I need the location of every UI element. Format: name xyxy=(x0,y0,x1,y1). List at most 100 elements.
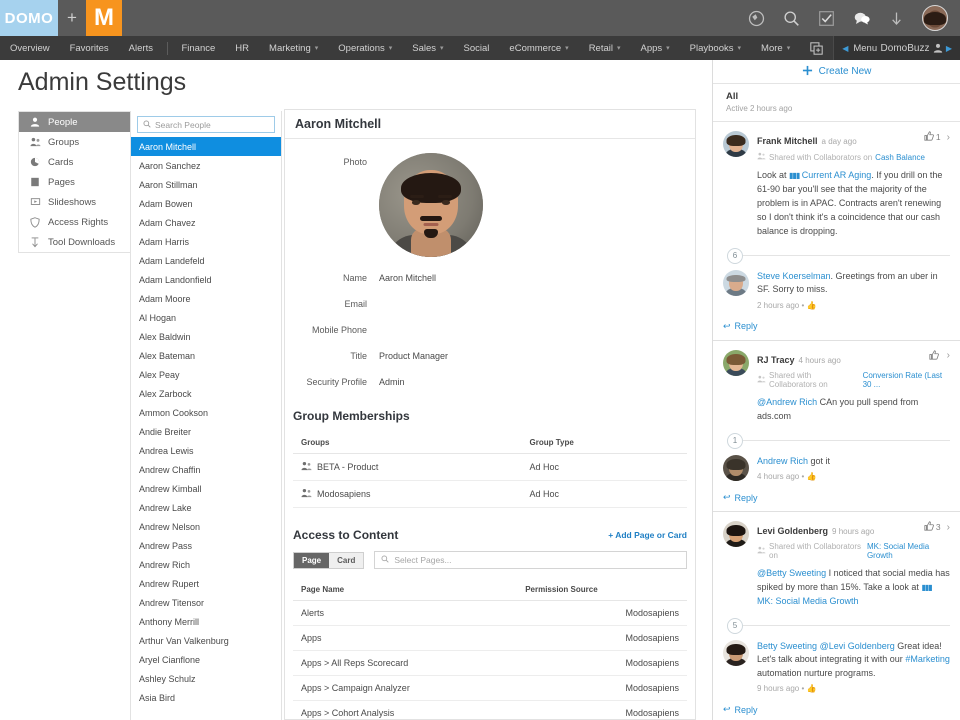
table-row[interactable]: Apps > All Reps Scorecard Modosapiens xyxy=(293,650,687,676)
reply-hashtag[interactable]: #Marketing xyxy=(905,654,950,664)
add-page-or-card-link[interactable]: + Add Page or Card xyxy=(608,530,687,540)
list-item[interactable]: Andrew Pass xyxy=(131,536,281,555)
create-new-button[interactable]: Create New xyxy=(713,60,960,84)
list-item[interactable]: Andrew Chaffin xyxy=(131,460,281,479)
thumbs-up-icon[interactable]: 👍 xyxy=(807,684,817,693)
nav-item-alerts[interactable]: Alerts xyxy=(119,36,163,60)
list-item[interactable]: Aaron Sanchez xyxy=(131,156,281,175)
post-author[interactable]: Frank Mitchell xyxy=(757,136,818,146)
like-count[interactable]: 3 xyxy=(924,521,941,533)
list-item[interactable]: Al Hogan xyxy=(131,308,281,327)
reply-author[interactable]: Steve Koerselman xyxy=(757,271,831,281)
like-count[interactable] xyxy=(929,350,941,362)
list-item[interactable]: Adam Harris xyxy=(131,232,281,251)
list-item[interactable]: Andrew Rich xyxy=(131,555,281,574)
search-icon[interactable] xyxy=(782,9,801,28)
list-item[interactable]: Andrew Rupert xyxy=(131,574,281,593)
list-item[interactable]: Andrew Kimball xyxy=(131,479,281,498)
table-row[interactable]: Apps > Cohort Analysis Modosapiens xyxy=(293,700,687,719)
list-item[interactable]: Aaron Mitchell xyxy=(131,137,281,156)
nav-item-apps[interactable]: Apps ▾ xyxy=(631,36,680,60)
like-count[interactable]: 1 xyxy=(924,131,941,143)
nav-item-ecommerce[interactable]: eCommerce ▾ xyxy=(499,36,578,60)
company-logo-m[interactable]: M xyxy=(86,0,122,36)
chevron-right-icon[interactable]: › xyxy=(947,522,950,533)
list-item[interactable]: Aaron Stillman xyxy=(131,175,281,194)
domo-logo[interactable]: DOMO xyxy=(0,0,58,36)
sidebar-item-access-rights[interactable]: Access Rights xyxy=(19,212,130,232)
list-item[interactable]: Andrew Titensor xyxy=(131,593,281,612)
list-item[interactable]: Andie Breiter xyxy=(131,422,281,441)
reply-button[interactable]: ↩ Reply xyxy=(723,321,950,332)
post-author[interactable]: RJ Tracy xyxy=(757,355,795,365)
reply-button[interactable]: ↩ Reply xyxy=(723,704,950,715)
list-item[interactable]: Adam Landonfield xyxy=(131,270,281,289)
buzz-user-button[interactable]: ▶ xyxy=(933,43,960,53)
share-target-link[interactable]: MK: Social Media Growth xyxy=(867,542,950,560)
sidebar-item-people[interactable]: People xyxy=(19,112,130,132)
buzz-post[interactable]: 1 › Frank Mitchell a day ago Shared with … xyxy=(713,122,960,341)
list-item[interactable]: Andrew Lake xyxy=(131,498,281,517)
nav-item-finance[interactable]: Finance xyxy=(171,36,225,60)
sidebar-item-tool-downloads[interactable]: Tool Downloads xyxy=(19,232,130,252)
nav-item-hr[interactable]: HR xyxy=(225,36,259,60)
buzz-chat-icon[interactable] xyxy=(852,9,871,28)
search-people-input[interactable]: Search People xyxy=(137,116,275,133)
table-row[interactable]: Alerts Modosapiens xyxy=(293,600,687,626)
nav-item-favorites[interactable]: Favorites xyxy=(60,36,119,60)
list-item[interactable]: Adam Landefeld xyxy=(131,251,281,270)
table-row[interactable]: Apps Modosapiens xyxy=(293,625,687,651)
thumbs-up-icon[interactable]: 👍 xyxy=(807,301,817,310)
list-item[interactable]: Alex Peay xyxy=(131,365,281,384)
nav-item-operations[interactable]: Operations ▾ xyxy=(328,36,402,60)
sidebar-item-cards[interactable]: Cards xyxy=(19,152,130,172)
nav-item-marketing[interactable]: Marketing ▾ xyxy=(259,36,328,60)
post-body-link[interactable]: Current AR Aging xyxy=(802,170,872,180)
list-item[interactable]: Asia Bird xyxy=(131,688,281,707)
nav-item-overview[interactable]: Overview xyxy=(0,36,60,60)
tasks-checkbox-icon[interactable] xyxy=(817,9,836,28)
list-item[interactable]: Alex Zarbock xyxy=(131,384,281,403)
reply-mention[interactable]: @Levi Goldenberg xyxy=(820,641,895,651)
post-mention[interactable]: @Andrew Rich xyxy=(757,397,817,407)
download-arrow-icon[interactable] xyxy=(887,9,906,28)
share-target-link[interactable]: Cash Balance xyxy=(875,153,925,162)
list-item[interactable]: Anthony Merrill xyxy=(131,612,281,631)
page-card-toggle[interactable]: Page Card xyxy=(293,551,365,569)
globe-icon[interactable] xyxy=(747,9,766,28)
sidebar-item-groups[interactable]: Groups xyxy=(19,132,130,152)
buzz-post[interactable]: › RJ Tracy 4 hours ago Shared with Collab… xyxy=(713,340,960,513)
post-author[interactable]: Levi Goldenberg xyxy=(757,526,828,536)
list-item[interactable]: Ammon Cookson xyxy=(131,403,281,422)
reply-author[interactable]: Andrew Rich xyxy=(757,456,808,466)
list-item[interactable]: Alex Baldwin xyxy=(131,327,281,346)
table-row[interactable]: BETA - Product Ad Hoc xyxy=(293,453,687,481)
list-item[interactable]: Andrea Lewis xyxy=(131,441,281,460)
reply-button[interactable]: ↩ Reply xyxy=(723,492,950,503)
table-row[interactable]: Apps > Campaign Analyzer Modosapiens xyxy=(293,675,687,701)
buzz-filter-all[interactable]: All Active 2 hours ago xyxy=(713,84,960,122)
select-pages-input[interactable]: Select Pages... xyxy=(374,551,687,569)
sidebar-item-pages[interactable]: Pages xyxy=(19,172,130,192)
table-row[interactable]: Modosapiens Ad Hoc xyxy=(293,480,687,508)
nav-item-more[interactable]: More ▾ xyxy=(751,36,800,60)
list-item[interactable]: Arthur Van Valkenburg xyxy=(131,631,281,650)
nav-item-retail[interactable]: Retail ▾ xyxy=(579,36,631,60)
chevron-right-icon[interactable]: › xyxy=(947,350,950,361)
buzz-post[interactable]: 3 › Levi Goldenberg 9 hours ago Shared wi… xyxy=(713,512,960,720)
post-body-link[interactable]: MK: Social Media Growth xyxy=(757,596,859,606)
reply-author[interactable]: Betty Sweeting xyxy=(757,641,817,651)
post-mention[interactable]: @Betty Sweeting xyxy=(757,568,826,578)
list-item[interactable]: Adam Chavez xyxy=(131,213,281,232)
share-target-link[interactable]: Conversion Rate (Last 30 ... xyxy=(863,371,950,389)
thumbs-up-icon[interactable]: 👍 xyxy=(807,472,817,481)
toggle-card-option[interactable]: Card xyxy=(329,552,364,568)
toggle-page-option[interactable]: Page xyxy=(294,552,330,568)
list-item[interactable]: Andrew Nelson xyxy=(131,517,281,536)
nav-item-social[interactable]: Social xyxy=(454,36,500,60)
chevron-right-icon[interactable]: › xyxy=(947,132,950,143)
list-item[interactable]: Adam Moore xyxy=(131,289,281,308)
buzz-menu-button[interactable]: ◀ Menu xyxy=(834,43,877,54)
nav-item-sales[interactable]: Sales ▾ xyxy=(402,36,453,60)
nav-item-playbooks[interactable]: Playbooks ▾ xyxy=(680,36,751,60)
